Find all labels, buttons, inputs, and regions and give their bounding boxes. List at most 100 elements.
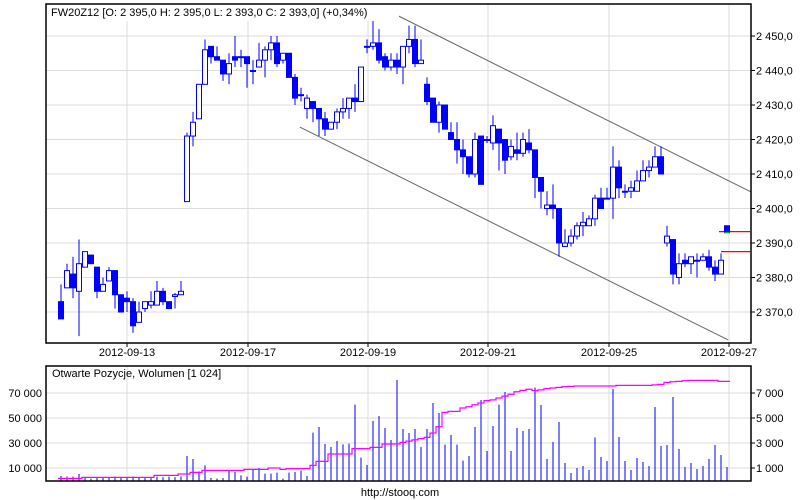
candle-body-up [562,242,568,247]
candle-body-down [322,118,328,130]
stock-chart: 2 450,0 2 440,0 2 430,0 2 420,0 2 410,0 2 400… [0,0,800,500]
candle-body-down [460,149,466,158]
candle-body-up [436,104,442,123]
candle [724,225,730,234]
candle-body-up [340,107,346,113]
candle-body-down [424,83,430,103]
candle-body-down [538,176,544,192]
price-tick-label: 2 450,0 [756,31,793,43]
candle-body-up [610,166,616,199]
candle-body-down [310,101,316,109]
candle-body-up [334,111,340,123]
price-tick-label: 2 390,0 [756,238,793,250]
candle-body-down [466,156,472,175]
candle-body-up [400,45,406,68]
candle-body-down [670,239,676,275]
candle [184,132,190,203]
price-tick-label: 2 440,0 [756,66,793,78]
candle-body-down [502,139,508,161]
price-tick-label: 2 370,0 [756,307,793,319]
open-interest-tick-label: 70 000 [8,388,42,400]
candle [196,83,202,120]
candle-body-down [658,156,664,175]
candle-body-up [64,270,70,289]
volume-tick-label: 5 000 [756,413,784,425]
date-tick-label: 2012-09-13 [99,347,155,359]
date-tick-label: 2012-09-27 [701,347,757,359]
candle-body-down [232,56,238,61]
candle-body-down [88,254,94,265]
candle-body-up [142,301,148,310]
candle-body-up [676,263,682,279]
candle-body-down [706,256,712,268]
candle-body-up [604,197,610,200]
candle [88,254,94,265]
candle-body-up [490,125,496,144]
candle-body-up [688,256,694,265]
volume-tick-label: 3 000 [756,438,784,450]
candle-body-down [70,273,76,289]
candle-body-down [394,59,400,68]
candle-body-up [250,70,256,72]
date-tick-label: 2012-09-19 [340,347,396,359]
candle-body-up [544,204,550,210]
candle-body-down [112,270,118,296]
candle-body-up [406,38,412,47]
candle-body-down [430,97,436,123]
candle-body-down [214,56,220,61]
candle-body-up [154,290,160,306]
candle-body-up [718,259,724,275]
candle-body-up [520,139,526,154]
candle-body-up [472,139,478,175]
footer-link[interactable]: http://stooq.com [361,487,439,499]
candle-body-up [370,42,376,47]
candle-body-up [136,311,142,323]
date-tick-label: 2012-09-17 [220,347,276,359]
candle [166,301,172,310]
candle-body-up [664,235,670,244]
candle-body-up [328,121,334,130]
candle-body-up [202,49,208,85]
candle-body-down [352,97,358,103]
candle-body-up [298,94,304,97]
candle-body-up [82,251,88,268]
candle-body-down [724,225,730,234]
background [0,0,800,500]
candle-body-down [682,259,688,265]
date-tick-label: 2012-09-25 [581,347,637,359]
price-tick-label: 2 420,0 [756,135,793,147]
candle-body-down [448,132,454,141]
candle-body-up [700,256,706,261]
candle [466,156,472,178]
candle-body-up [364,45,370,48]
candle-body-up [568,235,574,244]
candle-body-up [586,218,592,227]
candle-body-up [580,221,586,227]
volume-tick-label: 7 000 [756,388,784,400]
candle-body-down [478,135,484,185]
candle-body-down [130,301,136,327]
price-chart-title: FW20Z12 [O: 2 395,0 H: 2 395,0 L: 2 393,… [51,7,367,19]
candle [328,121,334,130]
price-tick-label: 2 400,0 [756,204,793,216]
candle-body-down [442,104,448,130]
candle-body-up [148,301,154,306]
candle-body-down [160,290,166,303]
candle-body-up [652,156,658,168]
candle-body-up [268,42,274,51]
candle-body-up [622,190,628,193]
candle-body-down [124,297,130,303]
candle-body-down [550,204,556,210]
candle [430,97,436,123]
candle-body-down [526,142,532,151]
candle-body-down [166,301,172,310]
candle [286,52,292,78]
candle-body-down [94,266,100,292]
candle-body-up [592,197,598,220]
candle-body-down [454,139,460,151]
candle [478,135,484,185]
candle-body-down [712,266,718,275]
candle-body-up [106,270,112,282]
volume-chart-title: Otwarte Pozycje, Wolumen [1 024] [52,368,221,380]
candle-body-up [484,139,490,141]
